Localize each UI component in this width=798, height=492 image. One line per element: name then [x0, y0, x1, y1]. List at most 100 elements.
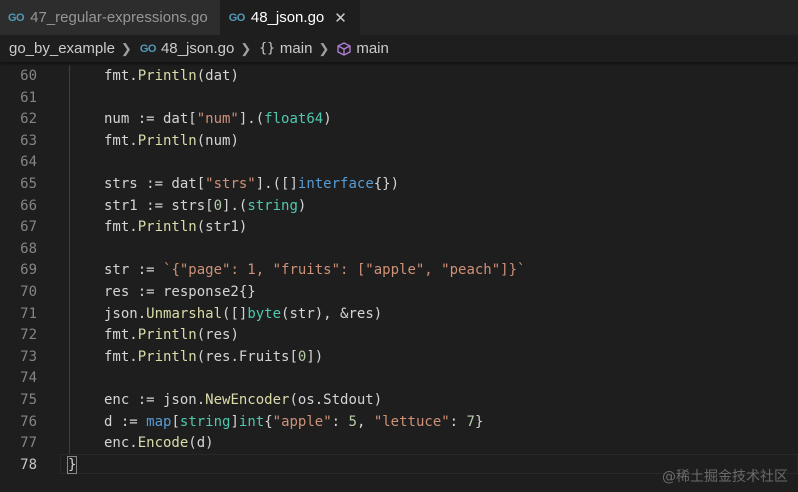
code-token: enc := json. — [104, 392, 206, 408]
line-number: 71 — [20, 306, 37, 322]
code-token: res := response2{} — [104, 284, 256, 300]
code-token: "strs" — [205, 176, 256, 192]
code-editor[interactable]: 60 fmt.Println(dat) 61 62 num := dat["num"].… — [0, 62, 798, 492]
code-token: : — [449, 414, 467, 430]
breadcrumb-function[interactable]: main — [280, 40, 313, 57]
tab-file[interactable]: GO 47_regular-expressions.go — [0, 0, 221, 35]
code-token: interface — [297, 176, 374, 192]
breadcrumb: go_by_example ❯ GO 48_json.go ❯ {} main … — [0, 35, 798, 62]
code-token: enc. — [104, 435, 138, 451]
code-token: } — [474, 414, 484, 430]
breadcrumb-file[interactable]: 48_json.go — [161, 40, 234, 57]
code-line[interactable]: 64 — [0, 151, 798, 173]
line-number: 70 — [20, 284, 37, 300]
code-text: fmt.Println(str1) — [104, 216, 247, 238]
code-line[interactable]: 75 enc := json.NewEncoder(os.Stdout) — [0, 389, 798, 411]
code-token: str1 := strs[ — [104, 198, 214, 214]
code-token: { — [264, 414, 273, 430]
code-text: enc.Encode(d) — [104, 432, 214, 454]
code-line[interactable]: 72 fmt.Println(res) — [0, 324, 798, 346]
line-number: 72 — [20, 327, 37, 343]
code-token: Println — [137, 327, 197, 343]
breadcrumb-folder[interactable]: go_by_example — [9, 40, 115, 57]
namespace-braces-icon: {} — [259, 41, 275, 56]
code-line[interactable]: 66 str1 := strs[0].(string) — [0, 195, 798, 217]
code-token: string — [247, 198, 298, 214]
code-token: ].( — [222, 198, 248, 214]
indent-guide — [69, 411, 70, 433]
code-line[interactable]: 74 — [0, 367, 798, 389]
code-line[interactable]: 76 d := map[string]int{"apple": 5, "lettu… — [0, 411, 798, 433]
code-token: 0 — [213, 198, 223, 214]
tab-active-file[interactable]: GO 48_json.go ✕ — [220, 0, 360, 35]
indent-guide — [69, 281, 70, 303]
code-token: num := dat[ — [104, 111, 197, 127]
code-text: enc := json.NewEncoder(os.Stdout) — [104, 389, 382, 411]
code-token: ]) — [306, 349, 324, 365]
code-line[interactable]: 68 — [0, 238, 798, 260]
indent-guide — [69, 303, 70, 325]
code-text: fmt.Println(dat) — [104, 65, 239, 87]
line-number: 67 — [20, 219, 37, 235]
close-icon[interactable]: ✕ — [334, 9, 347, 27]
code-token: (str1) — [196, 219, 248, 235]
line-number: 61 — [20, 90, 37, 106]
code-token: ([] — [222, 306, 248, 322]
code-line[interactable]: 67 fmt.Println(str1) — [0, 216, 798, 238]
code-token: Println — [137, 219, 197, 235]
method-cube-icon — [337, 41, 351, 56]
code-line[interactable]: 61 — [0, 87, 798, 109]
code-line[interactable]: 65 strs := dat["strs"].([]interface{}) — [0, 173, 798, 195]
code-token: [ — [171, 414, 180, 430]
line-number: 74 — [20, 370, 37, 386]
code-line[interactable]: 70 res := response2{} — [0, 281, 798, 303]
line-number: 78 — [20, 457, 37, 473]
code-line[interactable]: 73 fmt.Println(res.Fruits[0]) — [0, 346, 798, 368]
indent-guide — [69, 432, 70, 454]
line-number: 75 — [20, 392, 37, 408]
indent-guide — [69, 130, 70, 152]
tab-label: 48_json.go — [250, 9, 325, 26]
code-text: str1 := strs[0].(string) — [104, 195, 306, 217]
code-token: ].([] — [255, 176, 298, 192]
code-token: } — [66, 456, 78, 474]
code-token: str := — [104, 262, 164, 278]
code-line[interactable]: 69 str := `{"page": 1, "fruits": ["apple"… — [0, 259, 798, 281]
breadcrumb-symbol[interactable]: main — [356, 40, 389, 57]
go-file-icon: GO — [139, 42, 157, 55]
code-line[interactable]: 62 num := dat["num"].(float64) — [0, 108, 798, 130]
code-line[interactable]: 71 json.Unmarshal([]byte(str), &res) — [0, 303, 798, 325]
code-line[interactable]: 77 enc.Encode(d) — [0, 432, 798, 454]
code-text: } — [66, 454, 78, 476]
code-token: ].( — [238, 111, 265, 127]
code-text: num := dat["num"].(float64) — [104, 108, 332, 130]
indent-guide — [69, 151, 70, 173]
go-file-icon: GO — [8, 11, 25, 24]
indent-guide — [69, 65, 70, 87]
code-text: str := `{"page": 1, "fruits": ["apple", … — [104, 259, 525, 281]
code-token: "lettuce" — [373, 414, 450, 430]
code-token: 7 — [466, 414, 475, 430]
line-number: 60 — [20, 68, 37, 84]
code-token: map — [146, 414, 172, 430]
code-text: res := response2{} — [104, 281, 256, 303]
code-line[interactable]: 60 fmt.Println(dat) — [0, 65, 798, 87]
indent-guide — [69, 173, 70, 195]
code-token: Unmarshal — [146, 306, 223, 322]
indent-guide — [69, 259, 70, 281]
code-token: byte — [247, 306, 282, 322]
code-token: float64 — [264, 111, 324, 127]
indent-guide — [69, 238, 70, 260]
indent-guide — [69, 216, 70, 238]
code-token: d := — [104, 414, 147, 430]
line-number: 77 — [20, 435, 37, 451]
indent-guide — [69, 367, 70, 389]
code-text: strs := dat["strs"].([]interface{}) — [104, 173, 399, 195]
code-line[interactable]: 63 fmt.Println(num) — [0, 130, 798, 152]
code-token: {}) — [373, 176, 400, 192]
code-token: (str), &res) — [281, 306, 383, 322]
code-text: fmt.Println(num) — [104, 130, 239, 152]
editor-tab-bar: GO 47_regular-expressions.go GO 48_json.go ✕ — [0, 0, 798, 35]
line-number: 76 — [20, 414, 37, 430]
code-token: strs := dat[ — [104, 176, 206, 192]
